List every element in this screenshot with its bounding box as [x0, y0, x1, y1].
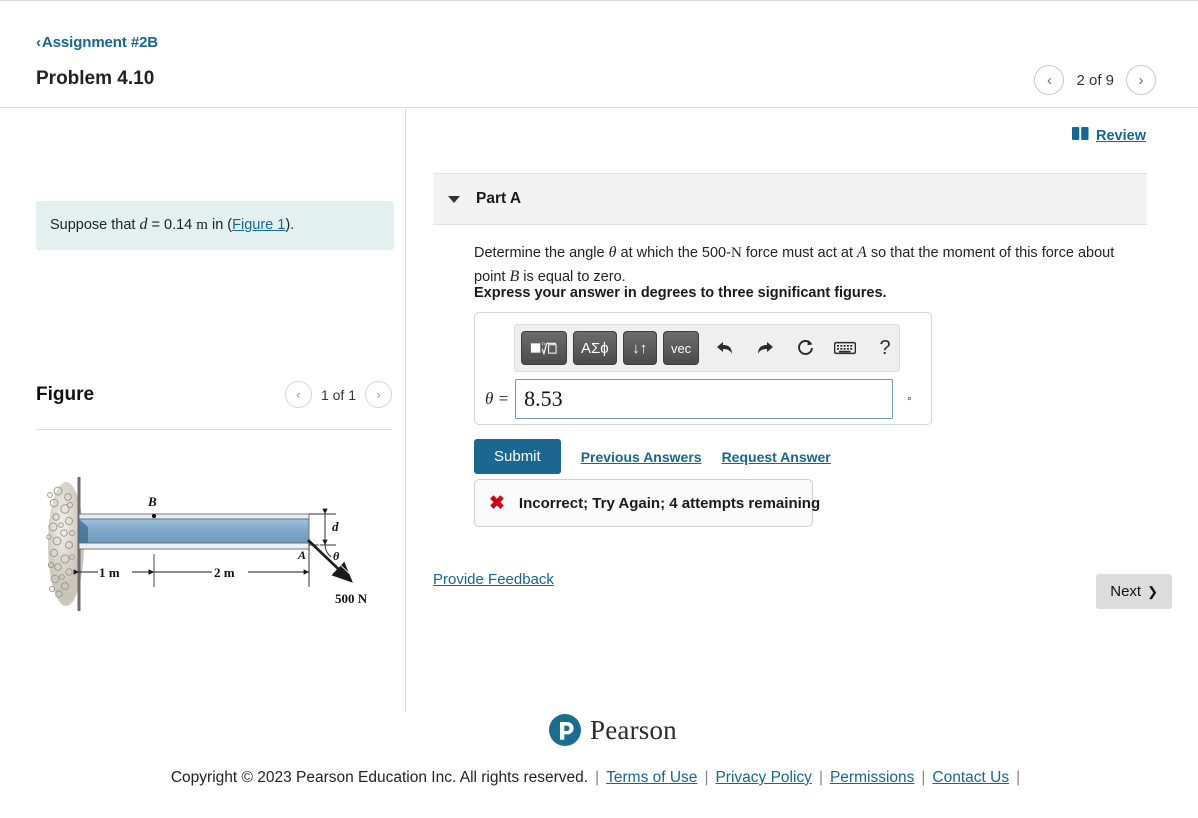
- problem-page: ‹Assignment #2B Problem 4.10 ‹ 2 of 9 › …: [0, 0, 1198, 818]
- error-x-icon: ✖: [489, 492, 505, 514]
- keyboard-icon[interactable]: [831, 333, 859, 363]
- copyright-row: Copyright © 2023 Pearson Education Inc. …: [0, 769, 1198, 787]
- suppose-suffix: ).: [285, 217, 295, 233]
- next-problem-button[interactable]: ›: [1126, 65, 1156, 95]
- sep-4: |: [921, 769, 926, 786]
- sep-1: |: [595, 769, 600, 786]
- right-panel: Review Part A Determine the angle θ at w…: [407, 109, 1198, 712]
- label-force-500N: 500 N: [335, 591, 368, 606]
- question-seg-1: Determine the angle: [474, 245, 605, 261]
- figure-image: B A d θ 500 N 1 m 2 m: [36, 469, 386, 629]
- redo-icon[interactable]: [751, 333, 779, 363]
- submit-row: Submit Previous Answers Request Answer: [474, 439, 831, 474]
- provide-feedback-link[interactable]: Provide Feedback: [433, 571, 554, 588]
- pearson-mark-icon: [549, 714, 581, 746]
- vector-button[interactable]: vec: [662, 331, 700, 365]
- answer-row: θ =: [485, 379, 894, 419]
- figure-heading: Figure: [36, 384, 95, 405]
- label-d: d: [332, 519, 339, 534]
- variable-d: d: [139, 216, 148, 233]
- contact-us-link[interactable]: Contact Us: [932, 769, 1009, 786]
- suppose-mid: in (: [211, 217, 233, 233]
- help-icon[interactable]: ?: [871, 333, 899, 363]
- figure-section-header: Figure ‹ 1 of 1 ›: [36, 381, 392, 430]
- label-theta: θ: [333, 549, 340, 563]
- feedback-text: Incorrect; Try Again; 4 attempts remaini…: [518, 494, 821, 512]
- figure-1-link[interactable]: Figure 1: [232, 217, 285, 233]
- beam: [78, 513, 310, 550]
- reset-icon[interactable]: [791, 333, 819, 363]
- copyright-text: Copyright © 2023 Pearson Education Inc. …: [170, 769, 589, 786]
- label-A: A: [297, 548, 306, 562]
- next-figure-button[interactable]: ›: [365, 381, 392, 408]
- answer-label: θ =: [485, 389, 510, 408]
- assignment-back-link[interactable]: ‹Assignment #2B: [36, 34, 158, 51]
- question-newton-unit: N: [730, 245, 742, 261]
- book-icon: [1072, 127, 1089, 145]
- label-1m: 1 m: [99, 565, 120, 580]
- undo-icon[interactable]: [711, 333, 739, 363]
- label-2m: 2 m: [214, 565, 235, 580]
- privacy-policy-link[interactable]: Privacy Policy: [715, 769, 811, 786]
- chevron-right-icon: ❯: [1147, 583, 1158, 599]
- question-text: Determine the angle θ at which the 500-N…: [474, 241, 1134, 288]
- point-B-marker: [151, 513, 157, 519]
- suppose-prefix: Suppose that: [50, 217, 136, 233]
- next-part-label: Next: [1110, 583, 1142, 600]
- feedback-message: ✖ Incorrect; Try Again; 4 attempts remai…: [474, 479, 820, 527]
- terms-of-use-link[interactable]: Terms of Use: [606, 769, 697, 786]
- previous-problem-button[interactable]: ‹: [1034, 65, 1065, 95]
- page-title: Problem 4.10: [36, 68, 155, 89]
- figure-pager: ‹ 1 of 1 ›: [284, 381, 392, 408]
- svg-text:n: n: [542, 341, 545, 347]
- permissions-link[interactable]: Permissions: [830, 769, 914, 786]
- sep-3: |: [818, 769, 823, 786]
- chevron-down-icon[interactable]: [448, 195, 460, 203]
- figure-pager-label: 1 of 1: [320, 386, 356, 403]
- left-panel: Suppose that d = 0.14 m in (Figure 1). F…: [0, 109, 406, 712]
- submit-button[interactable]: Submit: [474, 439, 561, 474]
- assignment-label: Assignment #2B: [41, 34, 159, 51]
- part-a-title: Part A: [476, 190, 522, 207]
- pearson-logo: Pearson: [548, 713, 677, 747]
- problem-pager: ‹ 2 of 9 ›: [1034, 65, 1156, 95]
- label-B: B: [147, 494, 157, 509]
- suppose-equals: = 0.14: [151, 217, 193, 233]
- arrows-button[interactable]: ↓↑: [622, 331, 657, 365]
- pearson-wordmark: Pearson: [590, 714, 677, 745]
- page-header: ‹Assignment #2B Problem 4.10 ‹ 2 of 9 ›: [0, 0, 1198, 108]
- review-link[interactable]: Review: [1096, 128, 1146, 144]
- beam-diagram-svg: B A d θ 500 N 1 m 2 m: [46, 477, 368, 611]
- problem-pager-label: 2 of 9: [1076, 71, 1114, 89]
- math-toolbar: n ΑΣϕ ↓↑ vec ?: [514, 324, 900, 372]
- request-answer-link[interactable]: Request Answer: [722, 449, 831, 465]
- template-math-button[interactable]: n: [521, 331, 567, 365]
- chevron-left-icon: ‹: [36, 34, 41, 51]
- unit-meters: m: [196, 217, 208, 233]
- review-row: Review: [1072, 127, 1146, 145]
- sep-2: |: [704, 769, 709, 786]
- question-seg-5: is equal to zero.: [523, 268, 626, 285]
- previous-answers-link[interactable]: Previous Answers: [581, 449, 702, 465]
- answer-input[interactable]: [515, 379, 894, 419]
- question-point-b: B: [509, 267, 520, 285]
- page-footer: Pearson Copyright © 2023 Pearson Educati…: [0, 712, 1198, 818]
- answer-unit-degrees: °: [907, 394, 912, 408]
- question-point-a: A: [857, 244, 867, 261]
- part-a-header[interactable]: Part A: [433, 173, 1147, 225]
- force-vector: [307, 537, 354, 583]
- answer-instruction: Express your answer in degrees to three …: [474, 285, 887, 301]
- question-seg-2: at which the 500-: [620, 245, 731, 261]
- question-theta-symbol: θ: [608, 244, 617, 261]
- sep-5: |: [1016, 769, 1021, 786]
- given-values-box: Suppose that d = 0.14 m in (Figure 1).: [36, 201, 394, 251]
- question-seg-3: force must act at: [745, 245, 853, 261]
- greek-symbols-button[interactable]: ΑΣϕ: [572, 331, 617, 365]
- next-part-button[interactable]: Next ❯: [1096, 574, 1172, 609]
- answer-entry-card: n ΑΣϕ ↓↑ vec ? θ = 8.53: [474, 312, 932, 425]
- previous-figure-button[interactable]: ‹: [284, 381, 312, 408]
